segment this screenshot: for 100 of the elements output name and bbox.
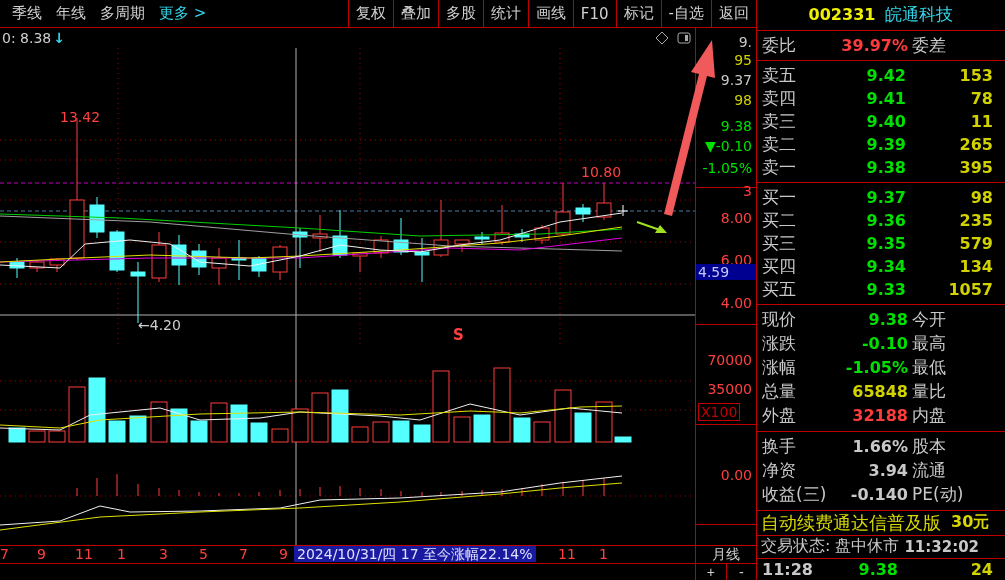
period-tab[interactable]: 多周期 (100, 4, 145, 23)
volume-bar (170, 408, 188, 443)
period-label: 月线 (695, 546, 756, 563)
quote-value: 3.94 (867, 461, 909, 481)
axis-tick: 4.00 (720, 295, 752, 311)
order-volume: 11 (969, 111, 994, 131)
order-volume: 395 (958, 157, 994, 177)
quote-value: 32188 (851, 406, 909, 426)
stock-code: 002331 (808, 5, 876, 25)
volume-bar (271, 428, 289, 443)
quote-label: 委差 (912, 33, 947, 57)
quote-value: 9.38 (867, 310, 909, 330)
volume-bar (150, 401, 168, 443)
order-volume: 1057 (947, 279, 994, 299)
candle (393, 217, 409, 256)
volume-bar (372, 421, 390, 443)
volume-bar (129, 415, 147, 443)
quote-value: 1.66% (851, 437, 909, 457)
tick-price: 9.38 (857, 560, 899, 580)
more-link[interactable]: 更多 > (159, 4, 207, 23)
candle (575, 203, 591, 223)
volume-bar (554, 389, 572, 443)
order-level: 买五 (762, 277, 797, 301)
candle (49, 257, 65, 273)
diamond-icon[interactable] (655, 31, 669, 45)
period-tab[interactable]: 年线 (56, 4, 86, 23)
order-volume: 98 (969, 187, 994, 207)
quote-label: 涨跌 (762, 332, 797, 356)
volume-bar (108, 420, 126, 443)
candle (89, 196, 105, 239)
volume-bar (311, 392, 329, 443)
volume-bar (88, 377, 106, 443)
price-label: 10.80 (581, 164, 622, 180)
order-price: 9.36 (865, 210, 907, 230)
price-label: ←4.20 (138, 317, 181, 333)
candle (171, 234, 187, 286)
panel-toggle-icon[interactable] (677, 31, 691, 45)
date-tick: 1 (599, 546, 608, 562)
promo-price: 30元 (951, 512, 990, 534)
status-value: 盘中休市 (835, 536, 900, 558)
order-price: 9.33 (865, 279, 907, 299)
candle (211, 247, 227, 286)
candle (617, 204, 629, 217)
promo-banner[interactable]: 自动续费通达信普及版 30元 (757, 510, 1005, 536)
quote-label: 股本 (912, 435, 947, 459)
candle (29, 259, 45, 273)
unit-label: X100 (698, 403, 741, 421)
candle (272, 244, 288, 281)
axis-tick: 0.00 (720, 467, 752, 483)
order-level: 卖一 (762, 155, 797, 179)
candle (151, 231, 167, 283)
order-volume: 265 (958, 134, 994, 154)
quote-label: 量比 (912, 380, 947, 404)
order-level: 卖二 (762, 132, 797, 156)
signal-label: S (453, 326, 464, 344)
volume-bar (473, 414, 491, 443)
tick-time: 11:28 (762, 560, 814, 580)
date-tick: 7 (0, 546, 9, 562)
quote-value: -0.140 (849, 485, 909, 505)
date-tick: 9 (279, 546, 288, 562)
date-tick: 11 (558, 546, 576, 562)
candle (514, 228, 530, 243)
quote-label: 3 (743, 183, 752, 199)
pointer-arrow (636, 221, 667, 233)
order-price: 9.40 (865, 111, 907, 131)
candle (433, 199, 449, 258)
order-level: 买四 (762, 254, 797, 278)
quote-label: ▼-0.10 (705, 138, 752, 154)
volume-bar (190, 420, 208, 443)
date-tick: 5 (199, 546, 208, 562)
candle (454, 239, 470, 253)
volume-bar (392, 420, 410, 443)
volume-bar (291, 408, 309, 443)
quote-label: 9. (738, 34, 752, 50)
quote-label: 净资 (762, 459, 797, 483)
date-tick: 9 (37, 546, 46, 562)
volume-bar (68, 386, 86, 443)
period-tab[interactable]: 季线 (12, 4, 42, 23)
candle (312, 214, 328, 253)
candle (373, 235, 389, 259)
volume-bar (48, 430, 66, 443)
volume-bar (453, 416, 471, 443)
candle (474, 231, 490, 245)
candle (251, 255, 267, 278)
order-level: 买一 (762, 185, 797, 209)
quote-value: -0.10 (860, 334, 909, 354)
axis-tick: 8.00 (720, 210, 752, 226)
quote-label: 总量 (762, 380, 797, 404)
quote-label: 内盘 (912, 404, 947, 428)
quote-label: 95 (734, 52, 752, 68)
order-level: 卖五 (762, 63, 797, 87)
volume-bar (210, 402, 228, 443)
quote-label: 9.37 (720, 72, 752, 88)
quote-label: 最低 (912, 356, 947, 380)
candle (332, 209, 348, 259)
stock-name: 皖通科技 (885, 3, 954, 27)
order-volume: 579 (958, 233, 994, 253)
price-label: 13.42 (60, 109, 101, 125)
candle (494, 204, 510, 246)
volume-bar (230, 404, 248, 443)
